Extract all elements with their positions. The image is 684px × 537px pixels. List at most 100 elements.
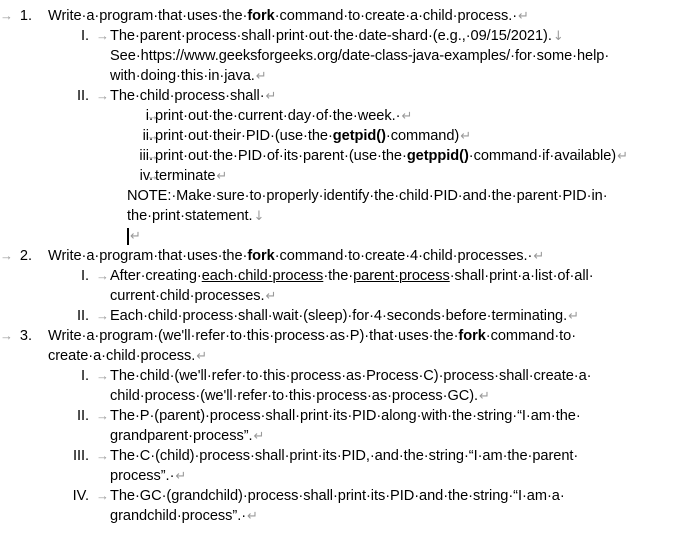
- paragraph-mark-icon: ↵: [401, 109, 413, 124]
- bold-text-run: fork: [458, 328, 486, 344]
- list-item[interactable]: I. → The·child·(we'll·refer·to·this·proc…: [0, 366, 684, 386]
- paragraph-mark-icon: ↵: [175, 469, 187, 484]
- tab-mark-icon: →: [0, 8, 13, 23]
- text-run: ·command·if·available): [468, 148, 617, 164]
- list-item[interactable]: III. → The·C·(child)·process·shall·print…: [0, 446, 684, 466]
- wrapped-line: create·a·child·process.↵: [0, 346, 684, 366]
- text-run: ·command·to·: [485, 328, 577, 344]
- document-body[interactable]: 1. → Write·a·program·that·uses·the·fork·…: [0, 0, 684, 537]
- list-item[interactable]: 3. → Write·a·program·(we'll·refer·to·thi…: [0, 326, 684, 346]
- list-item[interactable]: IV. → The·GC·(grandchild)·process·shall·…: [0, 486, 684, 506]
- list-item-text: The·GC·(grandchild)·process·shall·print·…: [110, 488, 565, 504]
- wrapped-line: with·doing·this·in·java.↵: [0, 66, 684, 86]
- underlined-text-run: each·child·process: [201, 268, 324, 284]
- tab-mark-icon: →: [0, 248, 13, 263]
- text-run: grandchild·process”.·: [110, 508, 247, 524]
- text-run: child·process·(we'll·refer·to·this·proce…: [110, 386, 490, 407]
- list-item[interactable]: I. → After·creating·each·child·process·t…: [0, 266, 684, 286]
- text-run: NOTE:·Make·sure·to·properly·identify·the…: [127, 186, 608, 206]
- text-run: ·command·to·create·4·child·processes.·: [274, 248, 533, 264]
- text-run: NOTE:·Make·sure·to·properly·identify·the…: [127, 188, 608, 204]
- text-run: create·a·child·process.↵: [48, 346, 207, 367]
- list-item-text: Each·child·process·shall·wait·(sleep)·fo…: [110, 306, 579, 327]
- wrapped-line: grandchild·process”.·↵: [0, 506, 684, 526]
- paragraph-mark-icon: ↵: [253, 429, 265, 444]
- paragraph-mark-icon: ↵: [617, 149, 628, 164]
- list-item[interactable]: 1. → Write·a·program·that·uses·the·fork·…: [0, 6, 684, 26]
- note-line: NOTE:·Make·sure·to·properly·identify·the…: [0, 186, 684, 206]
- list-item-text: Write·a·program·that·uses·the·fork·comma…: [48, 6, 529, 27]
- bold-text-run: fork: [247, 8, 275, 24]
- text-run: with·doing·this·in·java.: [110, 68, 255, 84]
- list-item-text: After·creating·each·child·process·the·pa…: [110, 266, 594, 286]
- list-marker: II.: [76, 408, 89, 424]
- list-item[interactable]: iii. → print·out·the·PID·of·its·parent·(…: [0, 146, 684, 166]
- list-item[interactable]: II. → The·child·process·shall·↵: [0, 86, 684, 106]
- list-item-text: print·out·the·current·day·of·the·week.·↵: [155, 106, 412, 127]
- list-item[interactable]: i. → print·out·the·current·day·of·the·we…: [0, 106, 684, 126]
- text-run: the·print·statement.: [127, 208, 253, 224]
- underlined-text-run: parent·process: [353, 268, 450, 284]
- list-item[interactable]: ii. → print·out·their·PID·(use·the·getpi…: [0, 126, 684, 146]
- text-run: Write·a·program·that·uses·the·: [48, 248, 248, 264]
- wrapped-line: current·child·processes.↵: [0, 286, 684, 306]
- line-break-mark-icon: ↓: [253, 209, 265, 224]
- list-item-text: The·child·(we'll·refer·to·this·process·a…: [110, 368, 592, 384]
- list-item[interactable]: 2. → Write·a·program·that·uses·the·fork·…: [0, 246, 684, 266]
- list-marker: I.: [80, 28, 89, 44]
- list-marker: 3.: [19, 328, 32, 344]
- list-marker: IV.: [72, 488, 89, 504]
- list-item-text: print·out·their·PID·(use·the·getpid()·co…: [155, 126, 471, 147]
- list-item-text: The·parent·process·shall·print·out·the·d…: [110, 26, 564, 47]
- bold-text-run: getpid(): [332, 128, 386, 144]
- wrapped-line: child·process·(we'll·refer·to·this·proce…: [0, 386, 684, 406]
- text-run: with·doing·this·in·java.↵: [110, 66, 267, 87]
- paragraph-mark-icon: ↵: [247, 509, 258, 524]
- list-item[interactable]: iv. → terminate↵: [0, 166, 684, 186]
- list-item[interactable]: I. → The·parent·process·shall·print·out·…: [0, 26, 684, 46]
- text-run: current·child·processes.: [110, 288, 265, 304]
- list-item-text: The·P·(parent)·process·shall·print·its·P…: [110, 408, 581, 424]
- text-run: process”.·↵: [110, 466, 186, 487]
- bold-text-run: fork: [247, 248, 275, 264]
- text-run: grandparent·process”.: [110, 428, 253, 444]
- paragraph-mark-icon: ↵: [255, 69, 267, 84]
- list-marker: 1.: [19, 8, 32, 24]
- paragraph-mark-icon: ↵: [196, 349, 208, 364]
- list-item[interactable]: II. → The·P·(parent)·process·shall·print…: [0, 406, 684, 426]
- list-marker: III.: [72, 448, 89, 464]
- wrapped-line: grandparent·process”.↵: [0, 426, 684, 446]
- tab-mark-icon: →: [0, 328, 13, 343]
- text-run: current·child·processes.↵: [110, 286, 276, 307]
- text-run: See·https://www.geeksforgeeks.org/date-c…: [110, 48, 610, 64]
- text-run: process”.·: [110, 468, 175, 484]
- list-marker: I.: [80, 268, 89, 284]
- note-line: the·print·statement.↓: [0, 206, 684, 226]
- text-run: The·parent·process·shall·print·out·the·d…: [110, 28, 552, 44]
- text-run: Write·a·program·that·uses·the·: [48, 8, 248, 24]
- text-run: print·out·the·current·day·of·the·week.·: [155, 108, 401, 124]
- list-item-text: The·child·process·shall·↵: [110, 86, 276, 107]
- list-item[interactable]: II. → Each·child·process·shall·wait·(sle…: [0, 306, 684, 326]
- text-run: child·process·(we'll·refer·to·this·proce…: [110, 388, 479, 404]
- list-item-text: Write·a·program·that·uses·the·fork·comma…: [48, 246, 544, 267]
- list-item-text: terminate↵: [155, 166, 227, 187]
- text-run: the·print·statement.↓: [127, 206, 264, 227]
- text-run: ·command·to·create·a·child·process.·: [274, 8, 518, 24]
- text-run: print·out·their·PID·(use·the·: [155, 128, 333, 144]
- list-item-text: The·C·(child)·process·shall·print·its·PI…: [110, 448, 579, 464]
- paragraph-mark-icon: ↵: [479, 389, 490, 404]
- line-break-mark-icon: ↓: [552, 29, 564, 44]
- paragraph-mark-icon: ↵: [518, 9, 529, 24]
- paragraph-mark-icon: ↵: [265, 89, 277, 104]
- text-run: Write·a·program·(we'll·refer·to·this·pro…: [48, 328, 459, 344]
- paragraph-mark-icon: ↵: [460, 129, 472, 144]
- text-run: ·command): [385, 128, 460, 144]
- text-run: terminate: [155, 168, 216, 184]
- text-run: grandchild·process”.·↵: [110, 506, 258, 527]
- empty-paragraph[interactable]: ↵: [0, 226, 684, 246]
- paragraph-mark-icon: ↵: [265, 289, 277, 304]
- list-item-text: print·out·the·PID·of·its·parent·(use·the…: [155, 146, 628, 167]
- paragraph-mark-icon: ↵: [130, 229, 141, 244]
- list-marker: 2.: [19, 248, 32, 264]
